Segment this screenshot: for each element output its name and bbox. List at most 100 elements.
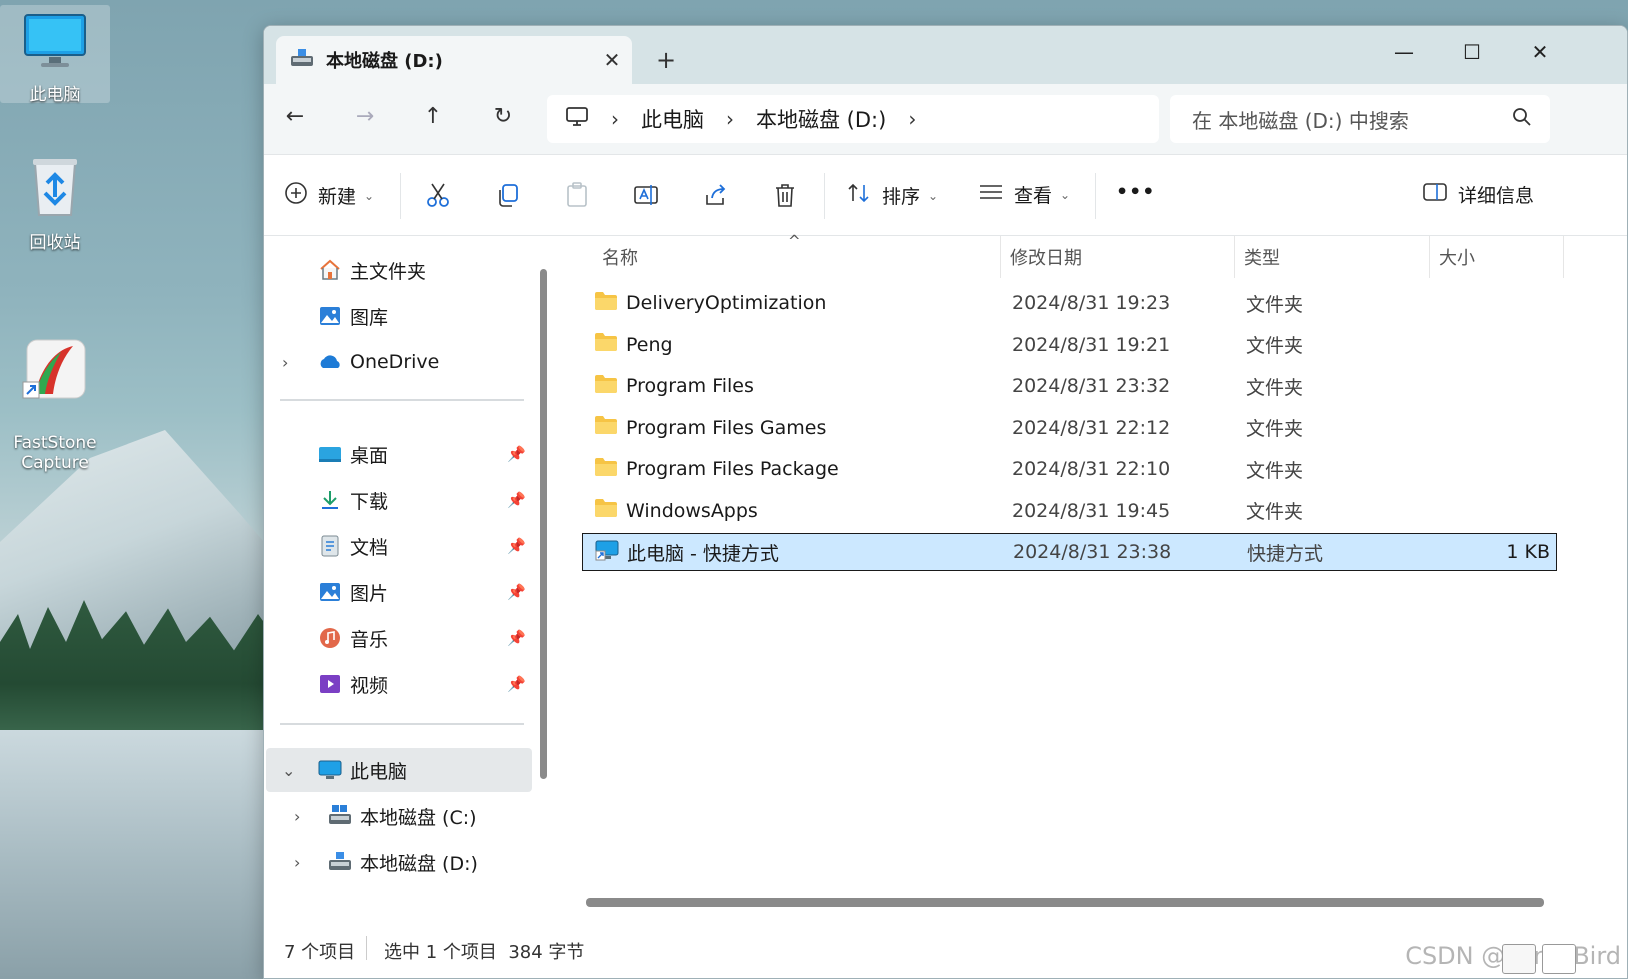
file-name: DeliveryOptimization (626, 292, 827, 314)
chevron-down-icon: ⌄ (928, 188, 939, 203)
onedrive-icon (318, 350, 342, 374)
sidebar-item-drive-c[interactable]: › 本地磁盘 (C:) (276, 794, 532, 838)
file-type: 快捷方式 (1247, 542, 1324, 565)
table-row[interactable]: DeliveryOptimization 2024/8/31 19:23 文件夹 (582, 284, 1557, 322)
table-row[interactable]: Program Files 2024/8/31 23:32 文件夹 (582, 367, 1557, 405)
sidebar-item-drive-d[interactable]: › 本地磁盘 (D:) (276, 840, 532, 884)
close-window-button[interactable]: ✕ (1510, 34, 1570, 70)
sidebar-item-this-pc[interactable]: ⌄ 此电脑 (266, 748, 532, 792)
sidebar-item-documents[interactable]: 文档 📌 (276, 524, 532, 568)
chevron-right-icon[interactable]: › (294, 807, 300, 826)
sidebar-item-label: 桌面 (350, 444, 389, 467)
more-options-button[interactable]: ••• (1116, 181, 1155, 203)
sidebar-item-videos[interactable]: 视频 📌 (276, 662, 532, 706)
address-bar[interactable]: › 此电脑 › 本地磁盘 (D:) › (547, 95, 1159, 143)
file-name-cell: WindowsApps (594, 498, 758, 523)
chevron-right-icon[interactable]: › (282, 353, 288, 372)
view-button[interactable]: 查看 ⌄ (978, 181, 1070, 208)
breadcrumb-local-disk-d[interactable]: 本地磁盘 (D:) (756, 104, 886, 134)
paste-icon[interactable] (563, 181, 593, 211)
file-name-cell: Program Files Games (594, 415, 826, 440)
file-date: 2024/8/31 19:23 (1012, 292, 1171, 314)
forward-button[interactable]: → (350, 104, 380, 134)
rename-icon[interactable] (632, 181, 662, 211)
faststone-capture-icon (0, 318, 110, 407)
sort-button[interactable]: 排序 ⌄ (846, 181, 938, 210)
desktop-icon-this-pc[interactable]: 此电脑 (0, 5, 110, 105)
file-type: 文件夹 (1246, 459, 1304, 482)
list-view-icon (978, 181, 1004, 208)
maximize-button[interactable]: ☐ (1442, 34, 1502, 70)
chevron-down-icon[interactable]: ⌄ (282, 761, 295, 780)
chevron-right-icon[interactable]: › (294, 853, 300, 872)
sidebar-item-home[interactable]: 主文件夹 (276, 248, 532, 292)
shortcut-icon (595, 539, 619, 566)
file-type: 文件夹 (1246, 418, 1304, 440)
pictures-icon (318, 580, 342, 604)
tiles-view-toggle[interactable] (1542, 944, 1576, 974)
new-button[interactable]: 新建 ⌄ (284, 181, 374, 210)
delete-icon[interactable] (771, 181, 801, 211)
desktop-icon-recycle-bin[interactable]: 回收站 (0, 145, 110, 253)
column-header-size[interactable]: 大小 (1439, 244, 1475, 270)
file-type: 文件夹 (1246, 501, 1304, 523)
minimize-button[interactable]: — (1374, 34, 1434, 70)
column-header-name[interactable]: 名称 (602, 244, 638, 270)
table-row[interactable]: Program Files Package 2024/8/31 22:10 文件夹 (582, 450, 1557, 488)
drive-c-icon (328, 804, 352, 828)
horizontal-scrollbar[interactable] (586, 898, 1544, 907)
column-header-type[interactable]: 类型 (1244, 244, 1280, 270)
file-name: Program Files (626, 375, 754, 397)
refresh-button[interactable]: ↻ (488, 104, 518, 134)
sidebar-divider (280, 723, 524, 725)
file-date: 2024/8/31 23:38 (1013, 541, 1172, 563)
sidebar-item-gallery[interactable]: 图库 (276, 294, 532, 338)
column-divider[interactable] (1000, 236, 1001, 278)
share-icon[interactable] (702, 181, 732, 211)
table-row[interactable]: WindowsApps 2024/8/31 19:45 文件夹 (582, 492, 1557, 530)
sidebar-item-label: 图库 (350, 306, 389, 329)
sidebar-item-desktop[interactable]: 桌面 📌 (276, 432, 532, 476)
tab-local-disk-d[interactable]: 本地磁盘 (D:) ✕ (276, 36, 632, 84)
table-row[interactable]: Peng 2024/8/31 19:21 文件夹 (582, 326, 1557, 364)
file-size: 1 KB (1506, 541, 1550, 563)
column-divider[interactable] (1563, 236, 1564, 278)
table-row[interactable]: 此电脑 - 快捷方式 2024/8/31 23:38 快捷方式 1 KB (582, 533, 1557, 571)
sidebar-divider (280, 399, 524, 401)
file-type: 文件夹 (1246, 293, 1304, 316)
breadcrumb-this-pc[interactable]: 此电脑 (641, 104, 704, 134)
tab-title: 本地磁盘 (D:) (326, 51, 443, 72)
pin-icon: 📌 (507, 629, 526, 647)
item-count: 7 个项目 (284, 942, 356, 963)
folder-icon (594, 374, 618, 399)
pin-icon: 📌 (507, 675, 526, 693)
breadcrumb-separator[interactable]: › (726, 107, 734, 131)
breadcrumb-separator[interactable]: › (908, 107, 916, 131)
column-divider[interactable] (1234, 236, 1235, 278)
copy-icon[interactable] (494, 181, 524, 211)
tab-close-button[interactable]: ✕ (592, 48, 632, 72)
details-view-toggle[interactable] (1502, 944, 1536, 974)
up-button[interactable]: ↑ (418, 104, 448, 134)
cut-icon[interactable] (424, 181, 454, 211)
sidebar-item-downloads[interactable]: 下载 📌 (276, 478, 532, 522)
file-name-cell: DeliveryOptimization (594, 291, 826, 316)
search-input[interactable]: 在 本地磁盘 (D:) 中搜索 (1170, 95, 1550, 143)
sidebar-item-onedrive[interactable]: › OneDrive (276, 340, 532, 384)
pin-icon: 📌 (507, 491, 526, 509)
desktop-icon-faststone[interactable]: FastStone Capture (0, 290, 110, 473)
download-icon (318, 488, 342, 512)
table-row[interactable]: Program Files Games 2024/8/31 22:12 文件夹 (582, 409, 1557, 447)
file-name-cell: Program Files Package (594, 457, 839, 482)
desktop-icon-label: 回收站 (29, 233, 81, 253)
column-header-date[interactable]: 修改日期 (1010, 244, 1082, 270)
file-name: WindowsApps (626, 499, 758, 522)
details-pane-button[interactable]: 详细信息 (1422, 181, 1534, 208)
new-tab-button[interactable]: + (656, 46, 676, 74)
back-button[interactable]: ← (280, 104, 310, 134)
sidebar-scrollbar[interactable] (540, 269, 547, 779)
column-divider[interactable] (1429, 236, 1430, 278)
sidebar-item-pictures[interactable]: 图片 📌 (276, 570, 532, 614)
file-date: 2024/8/31 19:21 (1012, 333, 1171, 356)
sidebar-item-music[interactable]: 音乐 📌 (276, 616, 532, 660)
